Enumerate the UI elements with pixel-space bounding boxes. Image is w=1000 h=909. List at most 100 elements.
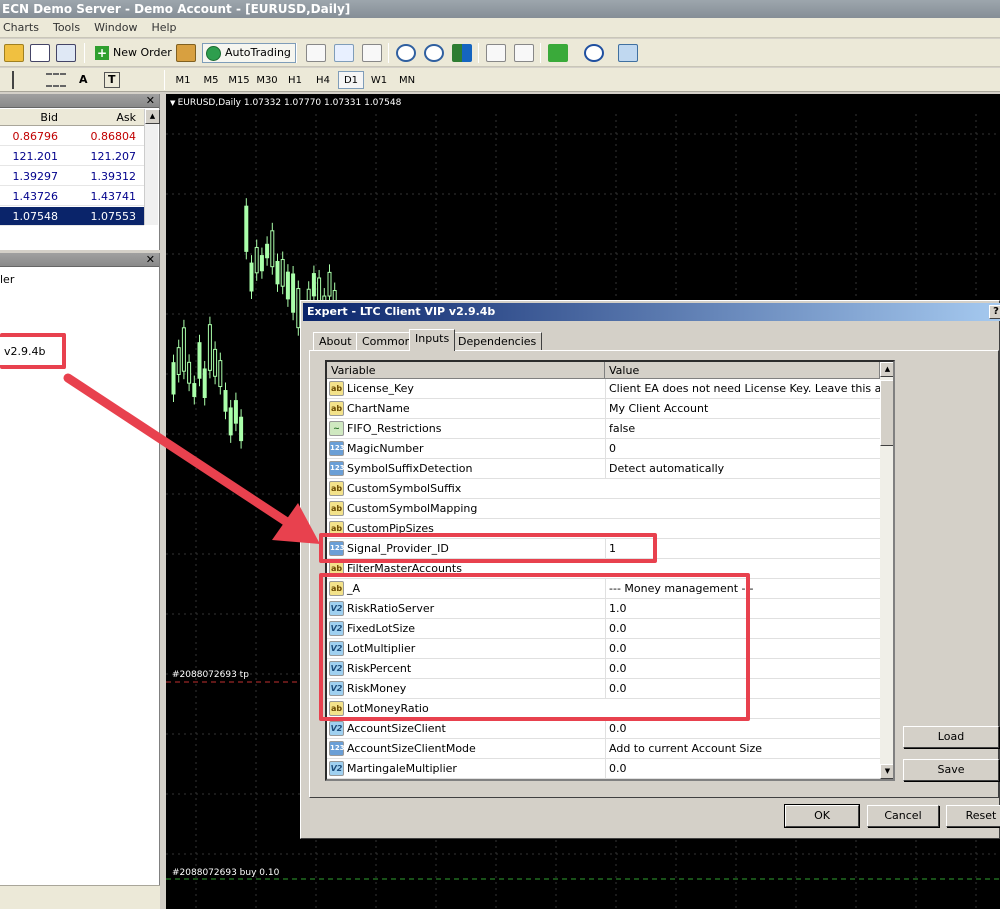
tab-inputs[interactable]: Inputs bbox=[409, 329, 456, 351]
candle bbox=[327, 264, 332, 305]
label-tool[interactable]: T bbox=[104, 72, 120, 88]
new-order-button[interactable]: + New Order bbox=[92, 43, 173, 63]
channel-icon[interactable] bbox=[46, 73, 66, 87]
scroll-up-icon[interactable]: ▲ bbox=[880, 362, 893, 377]
market-watch-row[interactable]: 1.43726 1.43741 bbox=[0, 187, 144, 206]
input-value[interactable]: 0.0 bbox=[605, 759, 880, 779]
ok-button[interactable]: OK bbox=[784, 804, 860, 828]
chart-shift-icon[interactable] bbox=[486, 44, 506, 62]
menu-tools[interactable]: Tools bbox=[46, 18, 87, 38]
input-value[interactable]: Add to current Account Size bbox=[605, 739, 880, 759]
scroll-up-icon[interactable]: ▲ bbox=[145, 109, 160, 124]
tf-m30[interactable]: M30 bbox=[254, 71, 280, 89]
periods-clock-icon[interactable] bbox=[584, 44, 604, 62]
input-value[interactable]: 0 bbox=[605, 439, 880, 459]
help-icon[interactable]: ? bbox=[989, 305, 1000, 319]
market-watch-row[interactable]: 0.86796 0.86804 bbox=[0, 127, 144, 146]
candle bbox=[202, 360, 207, 406]
input-variable-name: FIFO_Restrictions bbox=[347, 422, 442, 435]
ask-value: 1.39312 bbox=[90, 170, 137, 183]
tf-h1[interactable]: H1 bbox=[282, 71, 308, 89]
inputs-grid-header: Variable Value bbox=[327, 362, 893, 379]
cancel-button[interactable]: Cancel bbox=[867, 805, 939, 827]
input-value[interactable]: My Client Account bbox=[605, 399, 880, 419]
trendline-icon[interactable] bbox=[2, 71, 14, 89]
window-title: ECN Demo Server - Demo Account - [EURUSD… bbox=[0, 0, 1000, 18]
meta-editor-icon[interactable] bbox=[176, 44, 196, 62]
candle bbox=[223, 382, 228, 420]
close-icon[interactable]: ✕ bbox=[146, 94, 155, 108]
autotrading-icon bbox=[206, 46, 221, 61]
input-row[interactable]: ~ FIFO_Restrictions false bbox=[327, 419, 880, 439]
input-row[interactable]: ab CustomSymbolMapping bbox=[327, 499, 880, 519]
save-button[interactable]: Save bbox=[903, 759, 999, 781]
candlestick-icon[interactable] bbox=[334, 44, 354, 62]
tab-dependencies[interactable]: Dependencies bbox=[452, 332, 543, 350]
menu-help[interactable]: Help bbox=[144, 18, 183, 38]
tf-h4[interactable]: H4 bbox=[310, 71, 336, 89]
load-button[interactable]: Load bbox=[903, 726, 999, 748]
zoom-out-icon[interactable] bbox=[424, 44, 444, 62]
indicators-icon[interactable] bbox=[548, 44, 568, 62]
input-value[interactable]: Detect automatically bbox=[605, 459, 880, 479]
line-chart-icon[interactable] bbox=[362, 44, 382, 62]
market-watch-scrollbar[interactable]: ▲ bbox=[144, 109, 160, 225]
autotrading-button[interactable]: AutoTrading bbox=[202, 43, 296, 63]
menu-window[interactable]: Window bbox=[87, 18, 144, 38]
tf-m1[interactable]: M1 bbox=[170, 71, 196, 89]
market-watch-row[interactable]: 1.39297 1.39312 bbox=[0, 167, 144, 186]
navigator-header: ✕ bbox=[0, 253, 159, 267]
input-row[interactable]: 123 AccountSizeClientMode Add to current A… bbox=[327, 739, 880, 759]
autoscroll-icon[interactable] bbox=[514, 44, 534, 62]
input-row[interactable]: 123 SymbolSuffixDetection Detect automatic… bbox=[327, 459, 880, 479]
menu-charts[interactable]: Charts bbox=[0, 18, 46, 38]
market-watch-row[interactable]: 121.201 121.207 bbox=[0, 147, 144, 166]
input-type-icon: 123 bbox=[329, 441, 345, 456]
input-type-icon: ab bbox=[329, 501, 344, 516]
col-bid[interactable]: Bid bbox=[22, 111, 58, 124]
market-watch-icon[interactable] bbox=[30, 44, 50, 62]
inputs-scrollbar[interactable]: ▲ ▼ bbox=[880, 362, 893, 779]
tile-windows-icon[interactable] bbox=[452, 44, 472, 62]
input-value[interactable]: false bbox=[605, 419, 880, 439]
fibonacci-icon[interactable] bbox=[20, 71, 40, 89]
input-value[interactable]: 0.0 bbox=[605, 719, 880, 739]
candle bbox=[181, 319, 186, 380]
bid-value: 121.201 bbox=[12, 150, 59, 163]
tf-mn[interactable]: MN bbox=[394, 71, 420, 89]
input-row[interactable]: V2 AccountSizeClient 0.0 bbox=[327, 719, 880, 739]
scroll-thumb[interactable] bbox=[880, 380, 893, 446]
new-order-label: New Order bbox=[113, 46, 172, 59]
tf-m5[interactable]: M5 bbox=[198, 71, 224, 89]
navigator-item[interactable]: ler bbox=[0, 273, 14, 286]
bar-chart-icon[interactable] bbox=[306, 44, 326, 62]
input-row[interactable]: ab License_Key Client EA does not need Lic… bbox=[327, 379, 880, 399]
input-row[interactable]: 123 MagicNumber 0 bbox=[327, 439, 880, 459]
zoom-in-icon[interactable] bbox=[396, 44, 416, 62]
input-variable-name: AccountSizeClientMode bbox=[347, 742, 476, 755]
ask-value: 0.86804 bbox=[90, 130, 137, 143]
input-row[interactable]: ab ChartName My Client Account bbox=[327, 399, 880, 419]
input-variable-name: SymbolSuffixDetection bbox=[347, 462, 473, 475]
navigator-icon[interactable] bbox=[56, 44, 76, 62]
input-row[interactable]: ab CustomSymbolSuffix bbox=[327, 479, 880, 499]
arrows-icon[interactable] bbox=[130, 71, 150, 89]
col-variable[interactable]: Variable bbox=[327, 362, 605, 379]
market-watch-row[interactable]: 1.07548 1.07553 bbox=[0, 207, 144, 226]
candle bbox=[197, 334, 202, 387]
input-value[interactable]: Client EA does not need License Key. Lea… bbox=[605, 379, 880, 399]
tf-w1[interactable]: W1 bbox=[366, 71, 392, 89]
market-watch-panel: ✕ Bid Ask ▲ 0.86796 0.86804 121.201 121.207… bbox=[0, 94, 160, 250]
col-value[interactable]: Value bbox=[605, 362, 880, 379]
tf-m15[interactable]: M15 bbox=[226, 71, 252, 89]
close-icon[interactable]: ✕ bbox=[146, 253, 155, 267]
templates-icon[interactable] bbox=[618, 44, 638, 62]
tab-about[interactable]: About bbox=[313, 332, 358, 350]
profiles-icon[interactable] bbox=[4, 44, 24, 62]
input-row[interactable]: V2 MartingaleMultiplier 0.0 bbox=[327, 759, 880, 779]
col-ask[interactable]: Ask bbox=[86, 111, 136, 124]
tf-d1[interactable]: D1 bbox=[338, 71, 364, 89]
text-tool[interactable]: A bbox=[78, 70, 89, 90]
reset-button[interactable]: Reset bbox=[946, 805, 1000, 827]
scroll-down-icon[interactable]: ▼ bbox=[880, 764, 893, 779]
